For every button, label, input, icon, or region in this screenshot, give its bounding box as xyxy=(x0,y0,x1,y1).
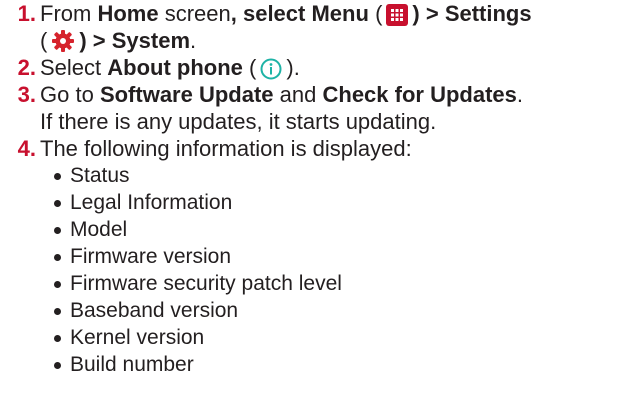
step-number: 3. xyxy=(17,82,36,107)
list-item: Baseband version xyxy=(52,297,644,324)
list-item: Firmware security patch level xyxy=(52,270,644,297)
settings-gear-icon xyxy=(51,29,75,53)
step-2: 2. Select About phone (). xyxy=(0,54,644,81)
step-text: The following information is displayed: xyxy=(40,136,412,161)
list-item: Build number xyxy=(52,351,644,378)
list-item: Kernel version xyxy=(52,324,644,351)
list-item: Firmware version xyxy=(52,243,644,270)
step-number: 1. xyxy=(17,1,36,26)
step-text: Select About phone (). xyxy=(40,55,300,80)
step-text: From Home screen, select Menu () > Setti… xyxy=(40,1,532,53)
step-number: 2. xyxy=(17,55,36,80)
grid-menu-icon xyxy=(386,4,409,26)
step-number: 4. xyxy=(17,136,36,161)
list-item: Status xyxy=(52,162,644,189)
list-item: Legal Information xyxy=(52,189,644,216)
info-icon xyxy=(260,58,282,80)
list-item: Model xyxy=(52,216,644,243)
step-1: 1. From Home screen, select Menu () > Se… xyxy=(0,0,644,54)
info-list: Status Legal Information Model Firmware … xyxy=(0,162,644,378)
step-3: 3. Go to Software Update and Check for U… xyxy=(0,81,644,135)
step-4: 4. The following information is displaye… xyxy=(0,135,644,162)
instructions-document: 1. From Home screen, select Menu () > Se… xyxy=(0,0,644,378)
step-text: Go to Software Update and Check for Upda… xyxy=(40,82,524,134)
